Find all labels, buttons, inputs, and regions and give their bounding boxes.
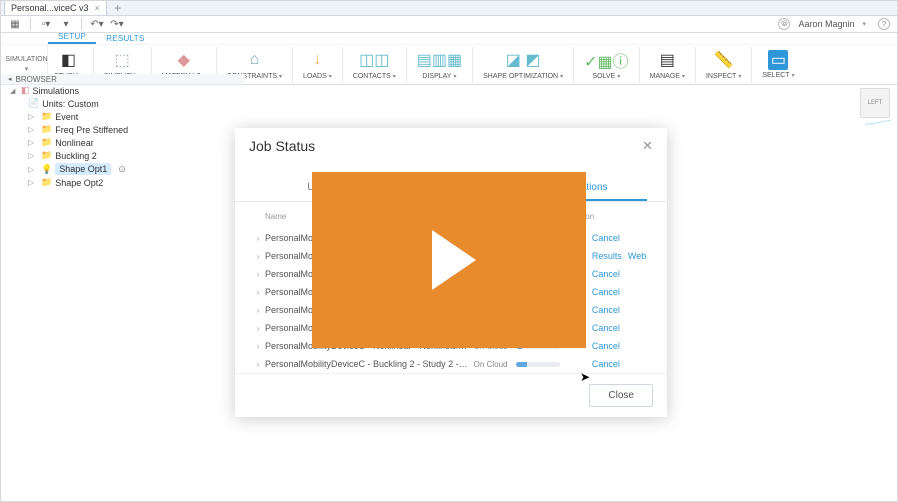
- view-cube[interactable]: LEFT: [860, 88, 890, 118]
- job-actions: Cancel: [592, 269, 651, 279]
- job-actions: Cancel: [592, 305, 651, 315]
- expand-icon[interactable]: ›: [251, 342, 265, 351]
- solve-button[interactable]: ✓▦ⓘSOLVE: [578, 47, 635, 82]
- constraints-icon: ⌂: [250, 49, 260, 71]
- manage-button[interactable]: ▤MANAGE: [644, 47, 691, 82]
- document-tab[interactable]: Personal...viceC v3 ×: [4, 0, 107, 15]
- materials-icon: ◆: [178, 49, 190, 71]
- contacts-icon: ◫◫: [359, 49, 389, 71]
- help-icon[interactable]: ?: [878, 18, 890, 30]
- user-avatar-icon[interactable]: ⦾: [778, 18, 790, 30]
- action-link[interactable]: Cancel: [592, 359, 620, 369]
- tree-root[interactable]: ◢◧Simulations: [8, 84, 245, 97]
- inspect-icon: 📏: [714, 49, 734, 71]
- browser-header-label: BROWSER: [16, 75, 57, 84]
- contacts-button[interactable]: ◫◫CONTACTS: [347, 47, 402, 82]
- save-icon[interactable]: ▾: [59, 17, 73, 31]
- document-tab-title: Personal...viceC v3: [11, 3, 89, 13]
- solve-icon: ✓▦ⓘ: [584, 49, 629, 71]
- job-status: [516, 362, 592, 367]
- dialog-title: Job Status: [249, 138, 315, 154]
- table-row: ›PersonalMobilityDeviceC - Buckling 2 - …: [247, 355, 655, 373]
- shape-optimization-button[interactable]: ◪ ◩SHAPE OPTIMIZATION: [477, 47, 569, 82]
- folder-icon: 📁: [41, 150, 52, 161]
- loads-icon: ↓: [313, 49, 321, 71]
- action-link[interactable]: Cancel: [592, 269, 620, 279]
- select-icon: ▭: [768, 50, 788, 70]
- tree-item-event[interactable]: ▷📁Event: [8, 110, 245, 123]
- quick-access-bar: ▦ ▫▾ ▾ ↶▾ ↷▾ ⦾ Aaron Magnin ▾ ?: [0, 16, 898, 33]
- tab-setup[interactable]: SETUP: [48, 31, 96, 44]
- ribbon-tabs: SETUP RESULTS: [0, 33, 898, 45]
- new-tab-button[interactable]: +: [111, 1, 125, 15]
- expand-icon[interactable]: ›: [251, 288, 265, 297]
- redo-icon[interactable]: ↷▾: [110, 17, 124, 31]
- browser-panel: ◢◧Simulations 📄Units: Custom ▷📁Event ▷📁F…: [0, 84, 245, 189]
- close-tab-icon[interactable]: ×: [95, 3, 100, 13]
- action-link[interactable]: Cancel: [592, 233, 620, 243]
- job-actions: Results Web: [592, 251, 651, 261]
- bulb-icon[interactable]: 💡: [41, 164, 52, 175]
- tree-item-shapeopt2[interactable]: ▷📁Shape Opt2: [8, 176, 245, 189]
- job-actions: Cancel: [592, 233, 651, 243]
- action-link[interactable]: Cancel: [592, 305, 620, 315]
- display-icon: ▤▥▦: [417, 49, 462, 71]
- job-location: On Cloud: [474, 360, 516, 369]
- action-link[interactable]: Cancel: [592, 287, 620, 297]
- expand-icon[interactable]: ›: [251, 270, 265, 279]
- folder-icon: 📁: [41, 177, 52, 188]
- title-tab-bar: Personal...viceC v3 × +: [0, 0, 898, 16]
- video-play-overlay[interactable]: [312, 172, 586, 348]
- folder-icon: 📁: [41, 111, 52, 122]
- tree-item-units[interactable]: 📄Units: Custom: [8, 97, 245, 110]
- folder-icon: 📁: [41, 124, 52, 135]
- close-button[interactable]: Close: [589, 384, 653, 407]
- job-actions: Cancel: [592, 287, 651, 297]
- chevron-down-icon: ▾: [25, 65, 29, 73]
- action-link[interactable]: Results: [592, 251, 622, 261]
- job-actions: Cancel: [592, 359, 651, 369]
- expand-icon[interactable]: ›: [251, 324, 265, 333]
- job-name: PersonalMobilityDeviceC - Buckling 2 - S…: [265, 359, 474, 369]
- data-panel-icon[interactable]: ▦: [8, 17, 22, 31]
- sim-root-icon: ◧: [21, 85, 30, 96]
- shape-opt-icon: ◪ ◩: [506, 49, 541, 71]
- expand-icon[interactable]: ›: [251, 234, 265, 243]
- display-button[interactable]: ▤▥▦DISPLAY: [411, 47, 468, 82]
- workspace-label: SIMULATION: [5, 56, 47, 63]
- user-name-label[interactable]: Aaron Magnin: [798, 19, 854, 29]
- action-link[interactable]: Cancel: [592, 323, 620, 333]
- inspect-button[interactable]: 📏INSPECT: [700, 47, 747, 82]
- study-icon: ◧: [61, 49, 76, 71]
- tree-item-freq[interactable]: ▷📁Freq Pre Stiffened: [8, 123, 245, 136]
- expand-icon[interactable]: ›: [251, 306, 265, 315]
- tree-item-nonlinear[interactable]: ▷📁Nonlinear: [8, 136, 245, 149]
- expand-icon[interactable]: ›: [251, 252, 265, 261]
- undo-icon[interactable]: ↶▾: [90, 17, 104, 31]
- units-icon: 📄: [28, 98, 39, 109]
- simplify-icon: ⬚: [115, 49, 130, 71]
- tree-item-shapeopt1[interactable]: ▷💡Shape Opt1⊙: [8, 162, 245, 176]
- file-icon[interactable]: ▫▾: [39, 17, 53, 31]
- manage-icon: ▤: [660, 49, 675, 71]
- collapse-icon[interactable]: ◂: [8, 75, 12, 83]
- action-link[interactable]: Web: [628, 251, 646, 261]
- user-menu-caret-icon[interactable]: ▾: [862, 20, 866, 28]
- tree-item-buckling2[interactable]: ▷📁Buckling 2: [8, 149, 245, 162]
- tab-results[interactable]: RESULTS: [96, 33, 154, 44]
- folder-icon: 📁: [41, 137, 52, 148]
- play-icon: [432, 230, 476, 290]
- action-link[interactable]: Cancel: [592, 341, 620, 351]
- progress-bar: [516, 362, 560, 367]
- select-button[interactable]: ▭SELECT: [756, 48, 800, 81]
- job-actions: Cancel: [592, 323, 651, 333]
- close-icon[interactable]: ✕: [642, 138, 653, 154]
- expand-icon[interactable]: ›: [251, 360, 265, 369]
- job-actions: Cancel: [592, 341, 651, 351]
- loads-button[interactable]: ↓LOADS: [297, 47, 338, 82]
- radio-icon[interactable]: ⊙: [118, 164, 126, 175]
